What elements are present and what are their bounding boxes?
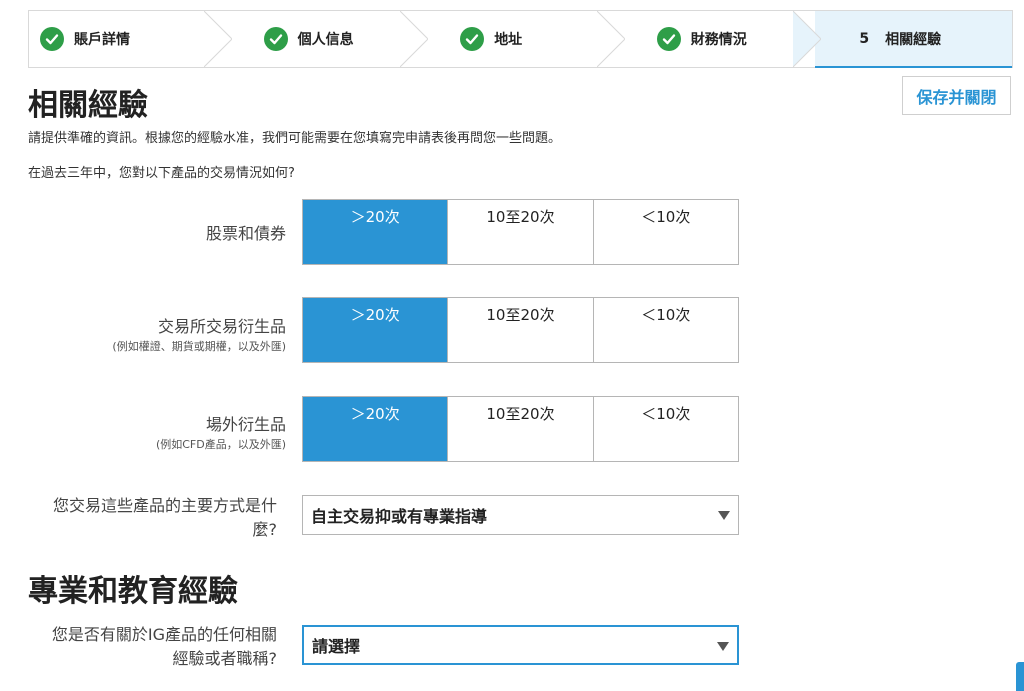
trade-mode-value: 自主交易抑或有專業指導 (311, 507, 488, 526)
chevron-down-icon (718, 511, 730, 520)
checkmark-icon (40, 27, 64, 51)
option-over-20[interactable]: ＞20次 (303, 397, 448, 461)
row-label-sub: (例如權證、期貨或期權，以及外匯) (112, 340, 286, 353)
frequency-selector-exchange-derivatives: ＞20次 10至20次 ＜10次 (302, 297, 739, 363)
professional-experience-label: 您是否有關於IG產品的任何相關 經驗或者職稱? (52, 623, 277, 671)
chevron-down-icon (717, 642, 729, 651)
step-separator-chevron (203, 11, 232, 67)
step-personal-info[interactable]: 個人信息 (226, 11, 429, 67)
row-label-main: 場外衍生品 (205, 415, 286, 434)
row-label-stocks: 股票和債券 (206, 220, 286, 244)
trade-mode-label-line1: 您交易這些產品的主要方式是什 (52, 496, 277, 515)
professional-experience-select[interactable]: 請選擇 (302, 625, 739, 665)
checkmark-icon (460, 27, 485, 51)
step-address[interactable]: 地址 (422, 11, 625, 67)
option-over-20[interactable]: ＞20次 (303, 298, 448, 362)
row-label-otc-derivatives: 場外衍生品 (例如CFD產品，以及外匯) (156, 411, 286, 452)
checkmark-icon (263, 27, 288, 51)
step-label: 個人信息 (297, 32, 354, 48)
trade-mode-label-line2: 麼? (252, 520, 278, 539)
row-label-sub: (例如CFD產品，以及外匯) (155, 438, 286, 451)
trade-mode-select[interactable]: 自主交易抑或有專業指導 (302, 495, 739, 535)
feedback-tab[interactable] (1016, 662, 1024, 691)
trade-mode-label: 您交易這些產品的主要方式是什 麼? (53, 494, 277, 542)
frequency-selector-stocks: ＞20次 10至20次 ＜10次 (302, 199, 739, 265)
intro-text: 請提供準確的資訊。根據您的經驗水准，我們可能需要在您填寫完申請表後再問您一些問題… (28, 131, 562, 146)
professional-label-line2: 經驗或者職稱? (172, 649, 278, 668)
step-separator-chevron (596, 11, 625, 67)
option-under-10[interactable]: ＜10次 (592, 200, 738, 264)
option-10-to-20[interactable]: 10至20次 (447, 298, 593, 362)
progress-stepper: 賬戶詳情 個人信息 地址 財務情況 5 相關經驗 (28, 10, 1013, 68)
option-10-to-20[interactable]: 10至20次 (447, 397, 593, 461)
active-step-indicator (815, 66, 1012, 68)
section-title-professional: 專業和教育經驗 (28, 574, 238, 609)
step-label: 財務情況 (690, 32, 747, 48)
step-financial[interactable]: 財務情況 (619, 11, 822, 67)
question-text: 在過去三年中，您對以下產品的交易情況如何? (28, 166, 295, 181)
row-label-main: 交易所交易衍生品 (157, 317, 286, 336)
option-under-10[interactable]: ＜10次 (592, 397, 738, 461)
option-10-to-20[interactable]: 10至20次 (447, 200, 593, 264)
page-title: 相關經驗 (28, 88, 148, 123)
option-over-20[interactable]: ＞20次 (303, 200, 448, 264)
step-label: 地址 (494, 32, 523, 48)
frequency-selector-otc-derivatives: ＞20次 10至20次 ＜10次 (302, 396, 739, 462)
step-label: 相關經驗 (885, 32, 942, 48)
save-and-close-button[interactable]: 保存并關閉 (902, 76, 1011, 115)
step-separator-chevron (400, 11, 429, 67)
step-experience[interactable]: 5 相關經驗 (815, 11, 1012, 68)
checkmark-icon (656, 27, 681, 51)
professional-label-line1: 您是否有關於IG產品的任何相關 (51, 625, 277, 644)
step-separator-chevron (793, 11, 822, 67)
professional-experience-value: 請選擇 (312, 637, 361, 656)
step-number: 5 (859, 31, 870, 47)
step-label: 賬戶詳情 (74, 32, 130, 48)
row-label-main: 股票和債券 (205, 224, 286, 243)
step-account-details[interactable]: 賬戶詳情 (29, 11, 232, 67)
row-label-exchange-derivatives: 交易所交易衍生品 (例如權證、期貨或期權，以及外匯) (112, 313, 286, 354)
option-under-10[interactable]: ＜10次 (592, 298, 738, 362)
